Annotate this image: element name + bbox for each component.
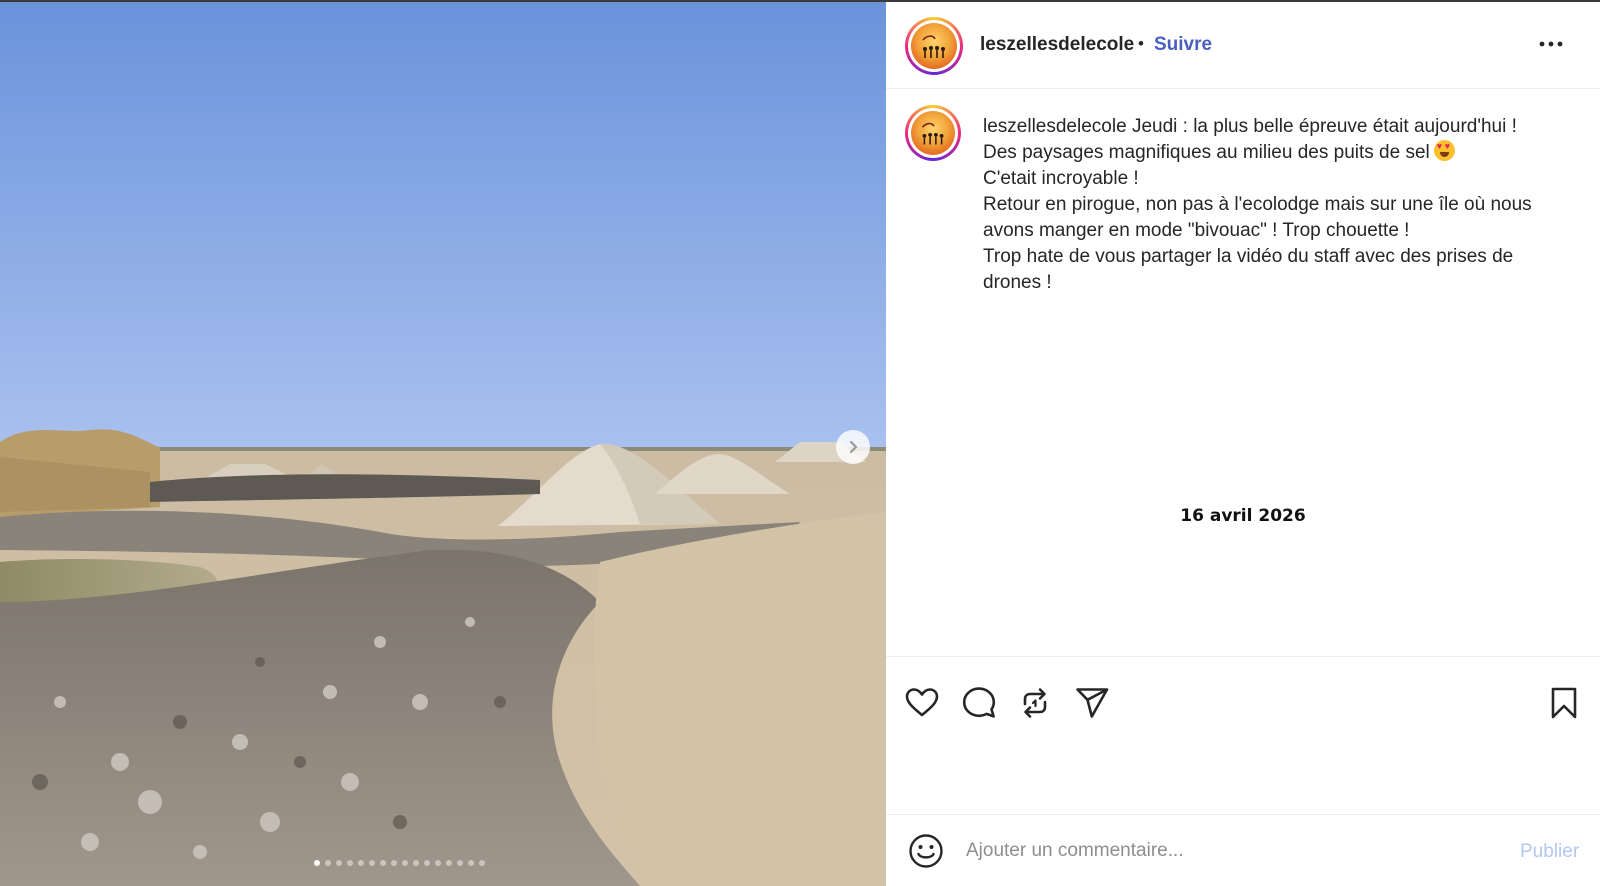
repost-icon <box>1023 688 1047 718</box>
carousel-dot <box>446 860 452 866</box>
caption-line: C'etait incroyable ! <box>983 168 1139 189</box>
salt-flats-photo <box>0 2 886 886</box>
carousel-dot <box>468 860 474 866</box>
publish-button[interactable]: Publier <box>1520 841 1579 863</box>
header-separator: • <box>1138 34 1144 53</box>
caption-line: Retour en pirogue, non pas à l'ecolodge … <box>983 194 1532 241</box>
more-horizontal-icon <box>1539 41 1563 47</box>
caption-avatar[interactable] <box>905 105 961 161</box>
post-caption: leszellesdelecole Jeudi : la plus belle … <box>983 114 1563 296</box>
carousel-dot <box>391 860 397 866</box>
action-bar <box>886 656 1600 816</box>
caption-section: leszellesdelecole Jeudi : la plus belle … <box>886 90 1600 656</box>
post-header: leszellesdelecole • Suivre <box>886 2 1600 89</box>
carousel-dot <box>457 860 463 866</box>
comment-input[interactable] <box>966 833 1486 869</box>
carousel-dot <box>325 860 331 866</box>
carousel-dot <box>347 860 353 866</box>
heart-eyes-emoji-icon <box>1433 140 1455 161</box>
post-photo[interactable] <box>0 2 886 886</box>
comment-button[interactable] <box>961 685 997 721</box>
carousel-dot <box>336 860 342 866</box>
carousel-dot <box>424 860 430 866</box>
follow-button[interactable]: Suivre <box>1154 34 1212 56</box>
save-button[interactable] <box>1546 685 1582 721</box>
avatar[interactable] <box>905 17 963 75</box>
chevron-right-icon <box>849 440 858 454</box>
caption-username[interactable]: leszellesdelecole <box>983 116 1127 137</box>
bookmark-icon <box>1551 687 1577 719</box>
like-button[interactable] <box>904 685 940 721</box>
more-options-button[interactable] <box>1534 30 1568 58</box>
carousel-dot <box>358 860 364 866</box>
carousel-next-button[interactable] <box>836 430 870 464</box>
comment-bar: Publier <box>886 814 1600 886</box>
carousel-indicator <box>314 860 485 866</box>
emoji-picker-button[interactable] <box>908 833 944 869</box>
repost-button[interactable] <box>1017 685 1053 721</box>
send-icon <box>1076 688 1109 718</box>
header-username[interactable]: leszellesdelecole <box>980 34 1134 56</box>
caption-line: Jeudi : la plus belle épreuve était aujo… <box>1131 116 1517 137</box>
carousel-dot <box>380 860 386 866</box>
caption-profile-picture <box>911 111 955 155</box>
carousel-dot <box>479 860 485 866</box>
caption-line: Des paysages magnifiques au milieu des p… <box>983 142 1430 163</box>
share-button[interactable] <box>1074 685 1110 721</box>
caption-line: Trop hate de vous partager la vidéo du s… <box>983 246 1514 293</box>
carousel-dot <box>402 860 408 866</box>
post-side-panel: leszellesdelecole • Suivre leszellesdele… <box>886 2 1600 886</box>
profile-picture <box>911 23 957 69</box>
smiley-icon <box>909 834 943 868</box>
heart-icon <box>905 688 939 717</box>
carousel-dot <box>413 860 419 866</box>
comment-icon <box>962 687 996 718</box>
carousel-dot <box>369 860 375 866</box>
carousel-dot <box>314 860 320 866</box>
carousel-dot <box>435 860 441 866</box>
post-date: 16 avril 2026 <box>1180 506 1306 526</box>
